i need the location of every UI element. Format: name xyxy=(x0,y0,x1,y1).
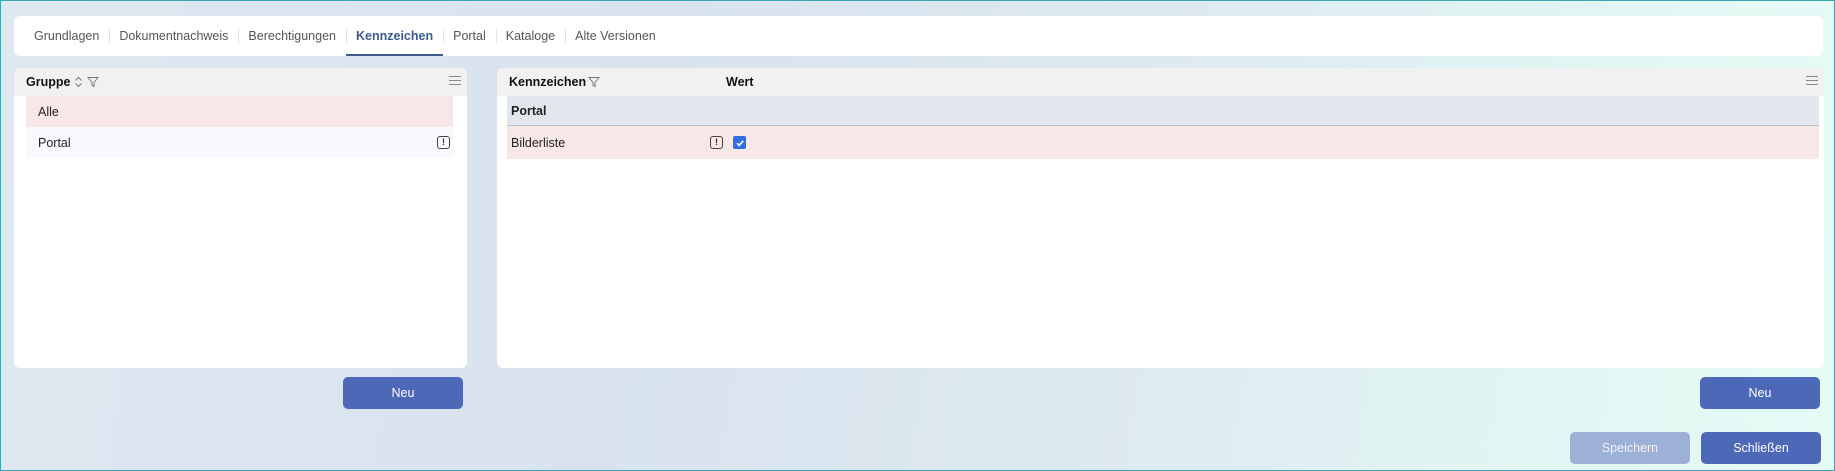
group-row-label: Portal xyxy=(511,103,547,118)
list-item[interactable]: Alle xyxy=(26,96,453,127)
column-menu-icon[interactable] xyxy=(1806,76,1818,88)
group-panel-header: Gruppe xyxy=(14,68,467,96)
tab-label: Alte Versionen xyxy=(575,29,656,43)
save-button[interactable]: Speichern xyxy=(1570,432,1690,464)
tab-label: Kennzeichen xyxy=(356,29,434,43)
new-kennzeichen-button[interactable]: Neu xyxy=(1700,377,1820,409)
tab-grundlagen[interactable]: Grundlagen xyxy=(24,16,109,56)
kennzeichen-column-header[interactable]: Kennzeichen xyxy=(509,75,586,89)
tab-label: Portal xyxy=(453,29,486,43)
info-badge-icon[interactable]: ! xyxy=(437,136,450,149)
tab-label: Kataloge xyxy=(505,29,556,43)
tab-bar: Grundlagen Dokumentnachweis Berechtigung… xyxy=(14,16,1823,56)
filter-icon[interactable] xyxy=(588,76,601,88)
tab-kataloge[interactable]: Kataloge xyxy=(495,16,565,56)
tab-alte-versionen[interactable]: Alte Versionen xyxy=(565,16,666,56)
group-column-header[interactable]: Gruppe xyxy=(26,75,70,89)
tab-portal[interactable]: Portal xyxy=(443,16,496,56)
list-item-label: Alle xyxy=(38,104,59,119)
tab-kennzeichen[interactable]: Kennzeichen xyxy=(346,16,444,56)
kennzeichen-panel: Kennzeichen Wert Portal Bilderliste ! xyxy=(497,68,1824,368)
group-row[interactable]: Portal xyxy=(507,96,1819,126)
list-item[interactable]: Portal ! xyxy=(26,127,453,158)
close-button[interactable]: Schließen xyxy=(1701,432,1821,464)
tab-berechtigungen[interactable]: Berechtigungen xyxy=(238,16,346,56)
info-badge-icon[interactable]: ! xyxy=(710,136,723,149)
new-group-button[interactable]: Neu xyxy=(343,377,463,409)
filter-icon[interactable] xyxy=(87,76,100,88)
kennzeichen-label: Bilderliste xyxy=(511,135,566,150)
tab-dokumentnachweis[interactable]: Dokumentnachweis xyxy=(109,16,238,56)
list-item-label: Portal xyxy=(38,135,71,150)
sort-icon[interactable] xyxy=(74,76,83,88)
tab-label: Berechtigungen xyxy=(248,29,336,43)
wert-column-header[interactable]: Wert xyxy=(726,75,754,89)
column-menu-icon[interactable] xyxy=(449,76,461,88)
tab-label: Grundlagen xyxy=(34,29,100,43)
kennzeichen-panel-header: Kennzeichen Wert xyxy=(497,68,1824,96)
table-row[interactable]: Bilderliste ! xyxy=(507,126,1819,159)
tab-label: Dokumentnachweis xyxy=(119,29,229,43)
wert-checkbox[interactable] xyxy=(733,136,746,149)
checkmark-icon xyxy=(735,139,744,147)
group-panel: Gruppe Alle Portal ! xyxy=(14,68,467,368)
